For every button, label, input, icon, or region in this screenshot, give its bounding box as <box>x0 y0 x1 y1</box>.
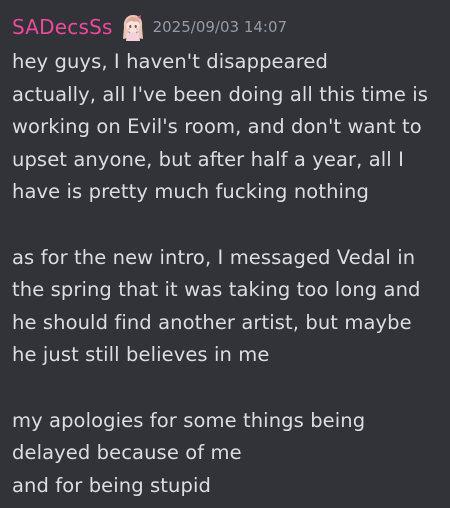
message-line: working on Evil's room, and don't want t… <box>12 115 422 139</box>
message-line: upset anyone, but after half a year, all… <box>12 147 404 171</box>
message-line: and for being stupid <box>12 473 211 497</box>
message-line: the spring that it was taking too long a… <box>12 278 421 302</box>
message-line: he just still believes in me <box>12 343 270 367</box>
message-line: hey guys, I haven't disappeared <box>12 50 328 73</box>
message-line: as for the new intro, I messaged Vedal i… <box>12 245 416 269</box>
author-username[interactable]: SADecsSs <box>12 10 113 44</box>
message-line: my apologies for some things being <box>12 408 366 432</box>
message-line: actually, all I've been doing all this t… <box>12 82 429 106</box>
anime-girl-avatar-icon[interactable] <box>119 13 147 41</box>
message-line: delayed because of me <box>12 441 242 465</box>
message-timestamp: 2025/09/03 14:07 <box>152 18 288 36</box>
message-line: he should find another artist, but maybe <box>12 310 412 334</box>
message-content: hey guys, I haven't disappeared actually… <box>12 46 436 502</box>
chat-message: SADecsSs 2025/09/03 14:07 hey guys, I ha… <box>0 0 450 508</box>
message-line: have is pretty much fucking nothing <box>12 180 369 204</box>
message-header: SADecsSs 2025/09/03 14:07 <box>12 10 436 44</box>
